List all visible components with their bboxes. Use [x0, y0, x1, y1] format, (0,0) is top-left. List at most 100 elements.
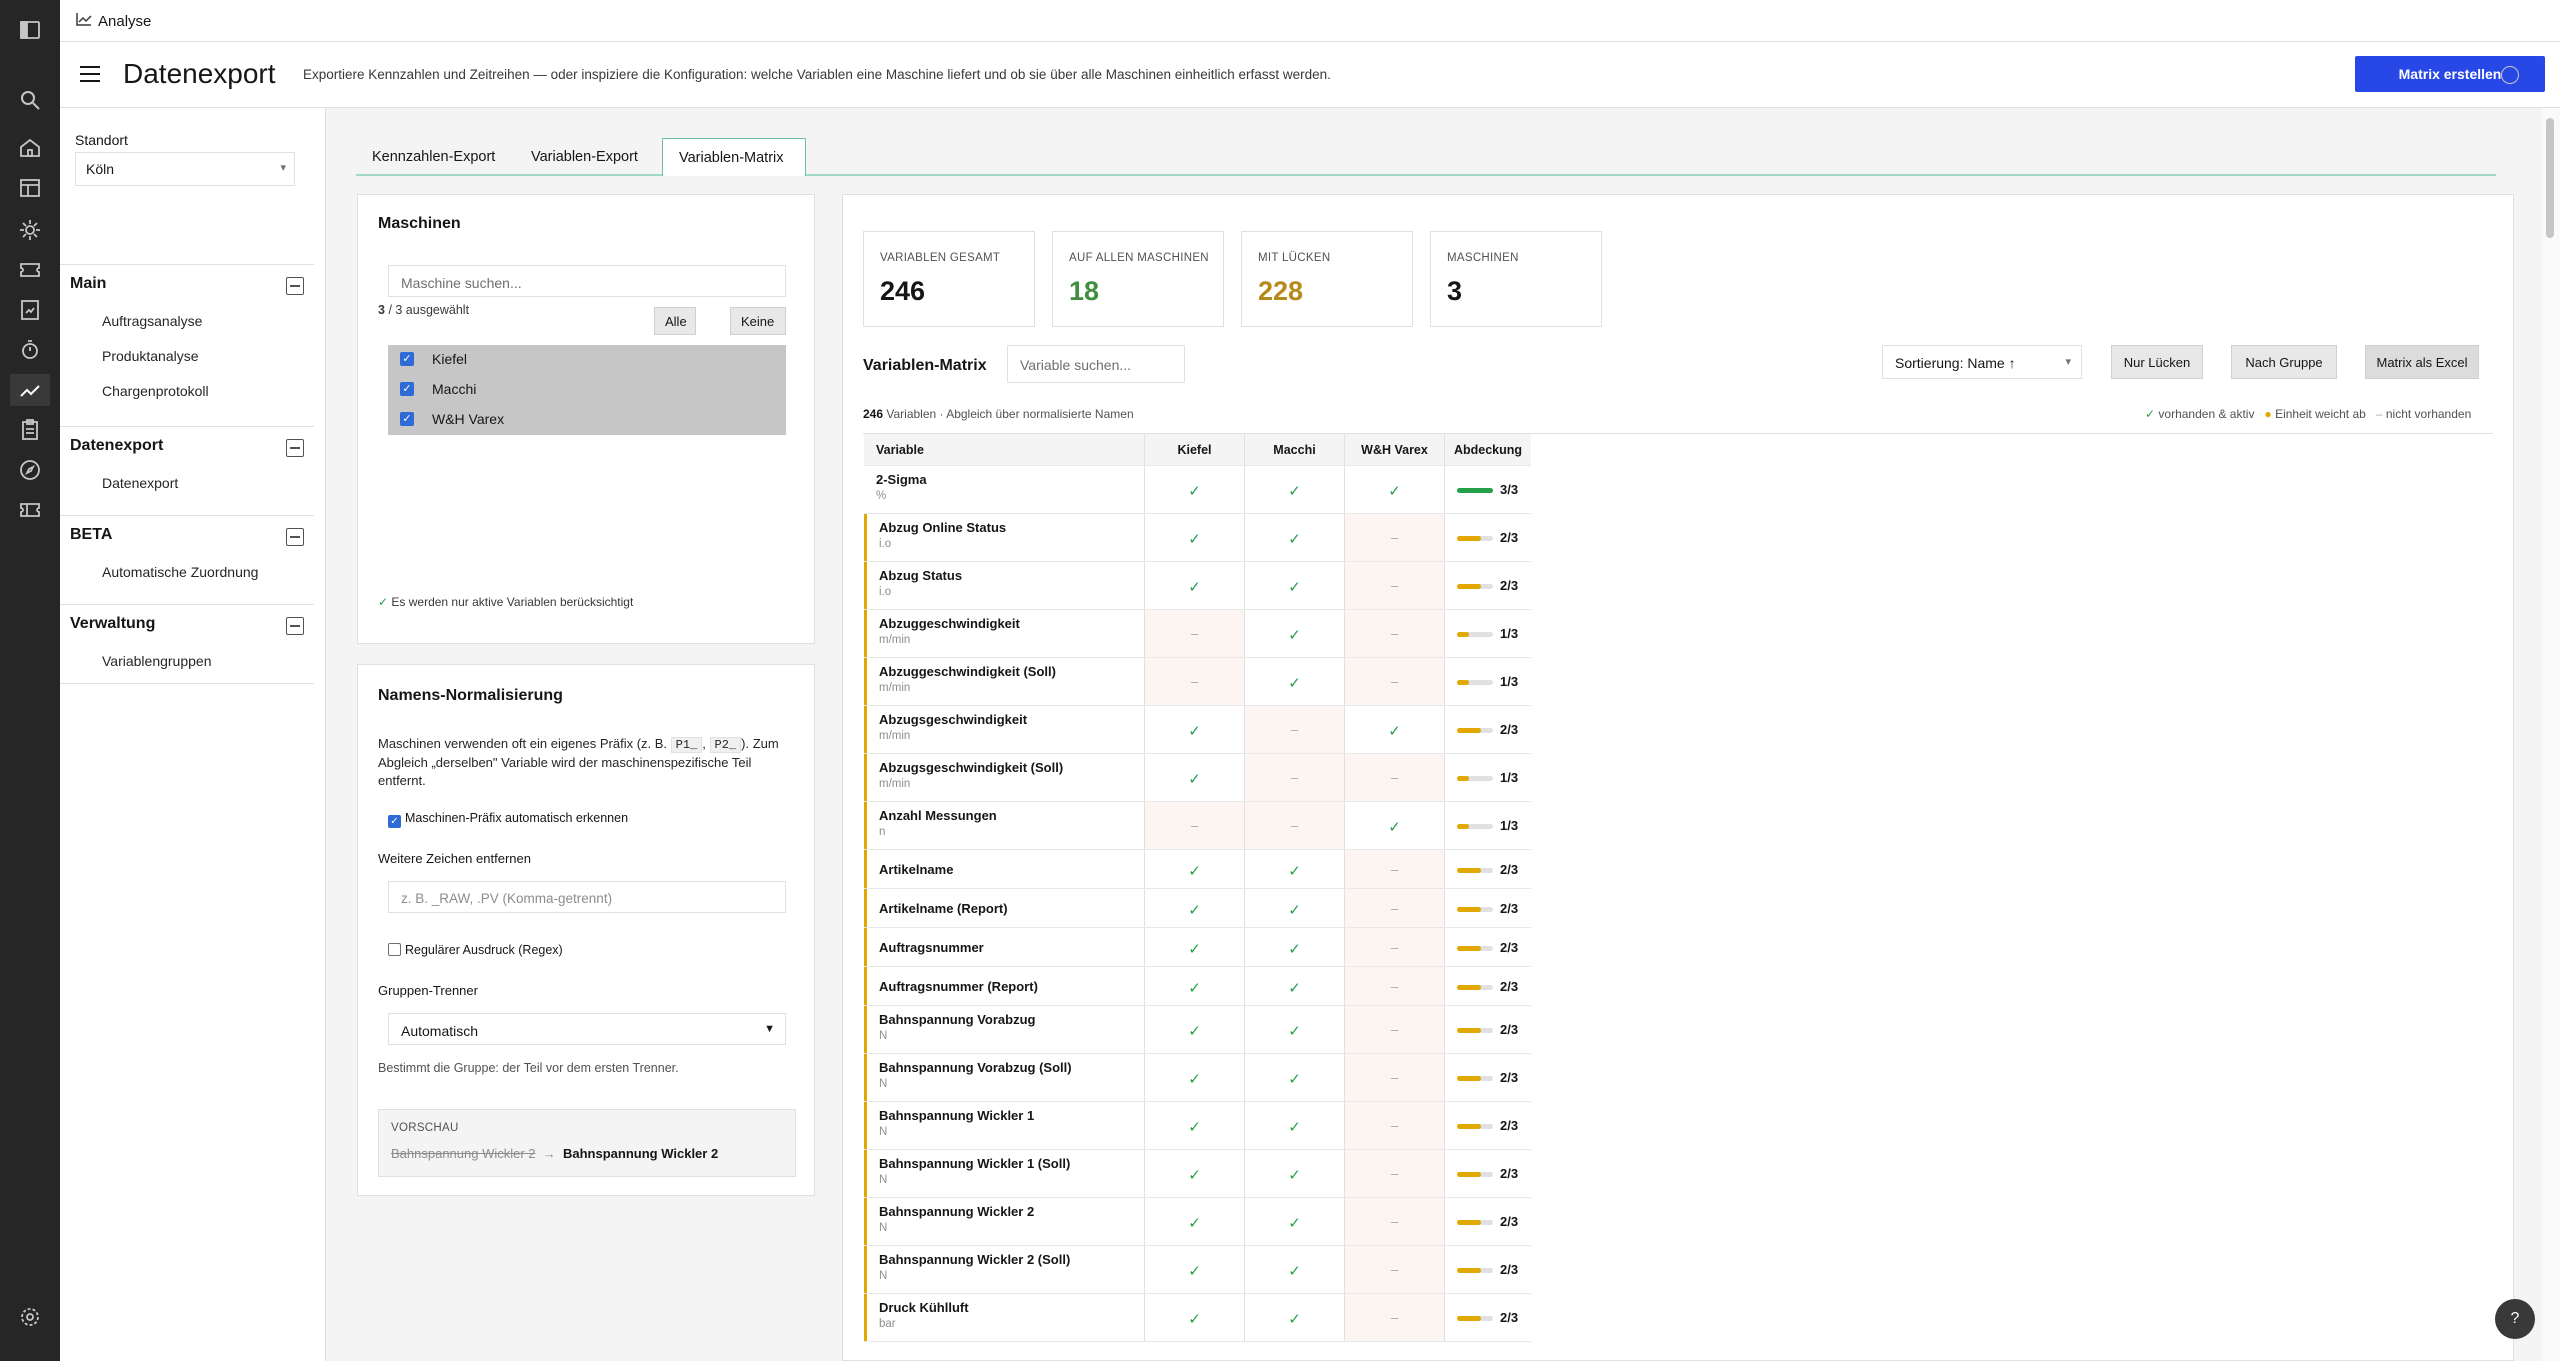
table-row[interactable]: Abzuggeschwindigkeit (Soll) m/min – ✓ – 1/3: [864, 658, 1531, 706]
nav-item-datenexport[interactable]: Datenexport: [60, 466, 314, 501]
nav-group-header[interactable]: Main: [60, 264, 314, 304]
nav-item-produktanalyse[interactable]: Produktanalyse: [60, 339, 314, 374]
sidebar-toggle-icon[interactable]: [18, 18, 42, 42]
tab-kennzahlen-export[interactable]: Kennzahlen-Export: [356, 138, 511, 176]
separator-hint: Bestimmt die Gruppe: der Teil vor dem er…: [378, 1061, 679, 1075]
coverage-label: 1/3: [1500, 770, 1519, 785]
table-row[interactable]: 2-Sigma% ✓ ✓ ✓ 3/3: [864, 466, 1531, 514]
location-select[interactable]: Köln: [75, 152, 295, 186]
check-icon: ✓: [1144, 1006, 1244, 1053]
table-row[interactable]: Auftragsnummer ✓ ✓ –2/3: [864, 928, 1531, 967]
select-none-button[interactable]: Keine: [730, 307, 786, 335]
coverage-label: 2/3: [1500, 1262, 1519, 1277]
sort-select[interactable]: Sortierung: Name ↑ ▾: [1882, 345, 2082, 379]
timer-icon[interactable]: [18, 338, 42, 362]
menu-icon[interactable]: [78, 64, 102, 84]
table-row[interactable]: Bahnspannung Wickler 2 N ✓ ✓ –2/3: [864, 1198, 1531, 1246]
collapse-icon[interactable]: [286, 617, 304, 635]
help-button[interactable]: ?: [2495, 1299, 2535, 1339]
ticket-alt-icon[interactable]: [18, 498, 42, 522]
remove-chars-input[interactable]: z. B. _RAW, .PV (Komma-getrennt): [388, 881, 786, 913]
auto-prefix-option[interactable]: ✓ Maschinen-Präfix automatisch erkennen: [388, 811, 628, 828]
nav-item-automatische-zuordnung[interactable]: Automatische Zuordnung: [60, 555, 314, 590]
coverage-cell: 2/3: [1444, 889, 1531, 927]
coverage-bar-fill: [1457, 1028, 1481, 1033]
nav-item-chargenprotokoll[interactable]: Chargenprotokoll: [60, 374, 314, 409]
machine-name: W&H Varex: [432, 411, 505, 427]
coverage-cell: 2/3: [1444, 1102, 1531, 1149]
analytics-chart-icon[interactable]: [10, 374, 50, 406]
collapse-icon[interactable]: [286, 277, 304, 295]
coverage-label: 1/3: [1500, 626, 1519, 641]
prefix-example-separator: ,: [702, 736, 706, 751]
table-row[interactable]: Artikelname (Report) ✓ ✓ –2/3: [864, 889, 1531, 928]
select-all-button[interactable]: Alle: [654, 307, 696, 335]
table-header-row: Variable Kiefel Macchi W&H Varex Abdeckung: [864, 434, 1531, 466]
table-row[interactable]: Artikelname ✓ ✓ –2/3: [864, 850, 1531, 889]
absent-dash-icon: –: [1344, 928, 1444, 966]
variable-name: Druck Kühlluft: [879, 1300, 969, 1315]
export-excel-button[interactable]: Matrix als Excel: [2365, 345, 2479, 379]
table-row[interactable]: Bahnspannung Vorabzug (Soll) N ✓ ✓ –2/3: [864, 1054, 1531, 1102]
only-gaps-button[interactable]: Nur Lücken: [2111, 345, 2203, 379]
table-row[interactable]: Bahnspannung Wickler 1 N ✓ ✓ –2/3: [864, 1102, 1531, 1150]
selection-count-value: 3: [378, 303, 385, 317]
table-row[interactable]: Druck Kühlluft bar ✓ ✓ –2/3: [864, 1294, 1531, 1342]
nav-group-header[interactable]: Datenexport: [60, 426, 314, 466]
ticket-icon[interactable]: [18, 258, 42, 282]
checkbox-checked-icon[interactable]: ✓: [400, 412, 414, 426]
table-row[interactable]: Anzahl Messungen n – – ✓ 1/3: [864, 802, 1531, 850]
scrollbar[interactable]: [2542, 108, 2560, 1361]
regex-option[interactable]: Regulärer Ausdruck (Regex): [388, 943, 563, 957]
table-row[interactable]: Abzugsgeschwindigkeit (Soll) m/min ✓ – –1/3: [864, 754, 1531, 802]
table-row[interactable]: Bahnspannung Wickler 2 (Soll) N ✓ ✓ –2/3: [864, 1246, 1531, 1294]
checkbox-checked-icon[interactable]: ✓: [400, 352, 414, 366]
table-row[interactable]: Abzugsgeschwindigkeit m/min ✓ – ✓ 2/3: [864, 706, 1531, 754]
scrollbar-thumb[interactable]: [2546, 118, 2554, 238]
nav-item-auftragsanalyse[interactable]: Auftragsanalyse: [60, 304, 314, 339]
tab-variablen-matrix[interactable]: Variablen-Matrix: [662, 138, 806, 176]
table-row[interactable]: Abzuggeschwindigkeit m/min – ✓ – 1/3: [864, 610, 1531, 658]
home-icon[interactable]: [18, 136, 42, 160]
table-row[interactable]: Abzug Status i.o ✓ ✓ –2/3: [864, 562, 1531, 610]
table-row[interactable]: Abzug Online Status i.o ✓ ✓ –2/3: [864, 514, 1531, 562]
variable-name: Artikelname: [879, 862, 954, 877]
nav-item-variablengruppen[interactable]: Variablengruppen: [60, 644, 314, 684]
checkbox-checked-icon[interactable]: ✓: [400, 382, 414, 396]
machine-item-macchi[interactable]: ✓ Macchi: [388, 375, 786, 405]
machine-item-wh-varex[interactable]: ✓ W&H Varex: [388, 405, 786, 435]
separator-select[interactable]: Automatisch ▼: [388, 1013, 786, 1045]
collapse-icon[interactable]: [286, 528, 304, 546]
collapse-icon[interactable]: [286, 439, 304, 457]
coverage-bar: [1457, 632, 1493, 637]
search-icon[interactable]: [18, 88, 42, 112]
by-group-button[interactable]: Nach Gruppe: [2231, 345, 2337, 379]
nav-group-header[interactable]: BETA: [60, 515, 314, 555]
table-row[interactable]: Bahnspannung Wickler 1 (Soll) N ✓ ✓ –2/3: [864, 1150, 1531, 1198]
machine-search-input[interactable]: Maschine suchen...: [388, 265, 786, 297]
settings-icon[interactable]: [18, 1305, 42, 1329]
breadcrumb[interactable]: Analyse: [76, 12, 151, 30]
compass-icon[interactable]: [18, 458, 42, 482]
machine-item-kiefel[interactable]: ✓ Kiefel: [388, 345, 786, 375]
coverage-label: 2/3: [1500, 861, 1519, 877]
coverage-cell: 2/3: [1444, 562, 1531, 609]
normalization-description-part: entfernt.: [378, 773, 426, 788]
dashboard-icon[interactable]: [18, 176, 42, 200]
checkbox-checked-icon[interactable]: ✓: [388, 815, 401, 828]
variable-search-input[interactable]: Variable suchen...: [1007, 345, 1185, 383]
checkbox-unchecked-icon[interactable]: [388, 943, 401, 956]
nav-group-header[interactable]: Verwaltung: [60, 604, 314, 644]
coverage-bar: [1457, 1028, 1493, 1033]
main-content: Kennzahlen-Export Variablen-Export Varia…: [326, 108, 2560, 1361]
report-icon[interactable]: [18, 298, 42, 322]
absent-dash-icon: –: [1344, 889, 1444, 927]
tab-variablen-export[interactable]: Variablen-Export: [515, 138, 654, 176]
table-row[interactable]: Bahnspannung Vorabzug N ✓ ✓ –2/3: [864, 1006, 1531, 1054]
coverage-cell: 2/3: [1444, 1150, 1531, 1197]
settings-gear-icon[interactable]: [18, 218, 42, 242]
table-row[interactable]: Auftragsnummer (Report) ✓ ✓ –2/3: [864, 967, 1531, 1006]
check-icon: ✓: [1144, 754, 1244, 801]
absent-dash-icon: –: [1344, 1294, 1444, 1341]
clipboard-icon[interactable]: [18, 418, 42, 442]
